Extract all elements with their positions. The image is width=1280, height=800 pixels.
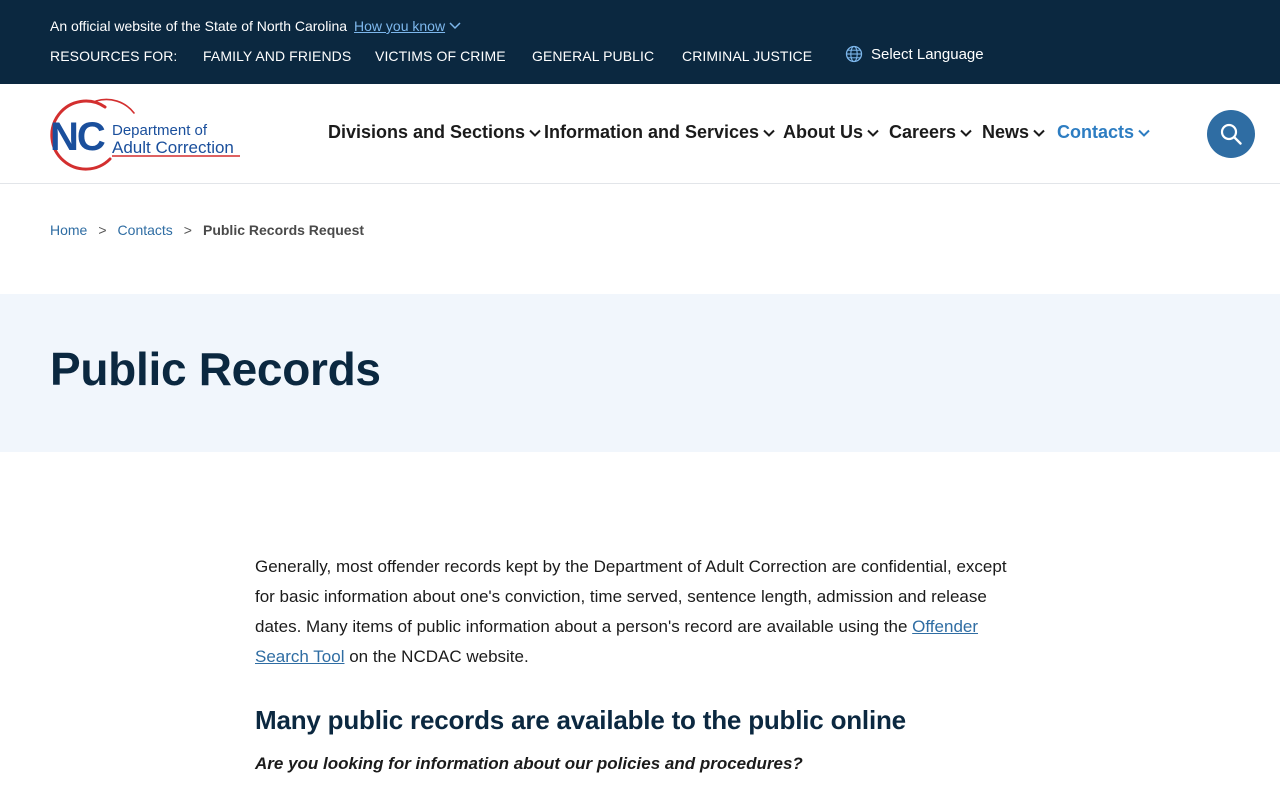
nav-label: News	[982, 122, 1030, 142]
breadcrumb-contacts[interactable]: Contacts	[118, 222, 173, 238]
nav-information-and-services[interactable]: Information and Services	[544, 122, 775, 143]
nav-label: Contacts	[1057, 122, 1135, 142]
nav-label: Information and Services	[544, 122, 760, 142]
chevron-down-icon	[867, 129, 879, 137]
nav-news[interactable]: News	[982, 122, 1045, 143]
nav-about-us[interactable]: About Us	[783, 122, 879, 143]
chevron-down-icon	[960, 129, 972, 137]
breadcrumb-current: Public Records Request	[202, 222, 365, 238]
how-you-know-link[interactable]: How you know	[354, 18, 461, 34]
how-you-know-label: How you know	[354, 18, 446, 34]
breadcrumb: Home > Contacts > Public Records Request	[50, 222, 364, 238]
language-label: Select Language	[871, 45, 984, 63]
resources-label: RESOURCES FOR:	[50, 48, 178, 64]
chevron-down-icon	[449, 22, 461, 30]
breadcrumb-home[interactable]: Home	[50, 222, 87, 238]
official-text: An official website of the State of Nort…	[50, 18, 348, 34]
search-icon	[1220, 123, 1242, 145]
section-heading: Many public records are available to the…	[255, 705, 906, 735]
chevron-down-icon	[1138, 129, 1150, 137]
nav-careers[interactable]: Careers	[889, 122, 972, 143]
page-title: Public Records	[50, 343, 381, 395]
breadcrumb-separator: >	[183, 222, 192, 238]
resource-link-general-public[interactable]: GENERAL PUBLIC	[532, 48, 654, 64]
official-banner: An official website of the State of Nort…	[50, 18, 461, 34]
hero-band: Public Records	[0, 294, 1280, 452]
globe-icon	[845, 45, 863, 63]
main-content: Generally, most offender records kept by…	[255, 552, 1025, 774]
language-selector[interactable]: Select Language	[845, 45, 984, 63]
main-header: NC Department of Adult Correction Divisi…	[0, 84, 1280, 184]
utility-bar: An official website of the State of Nort…	[0, 0, 1280, 84]
policies-question: Are you looking for information about ou…	[255, 754, 803, 773]
breadcrumb-separator: >	[98, 222, 107, 238]
resource-link-criminal-justice[interactable]: CRIMINAL JUSTICE	[682, 48, 812, 64]
nav-label: About Us	[783, 122, 863, 142]
chevron-down-icon	[763, 129, 775, 137]
nav-label: Divisions and Sections	[328, 122, 526, 142]
intro-text-before: Generally, most offender records kept by…	[255, 557, 1007, 636]
nav-divisions-and-sections[interactable]: Divisions and Sections	[328, 122, 541, 143]
chevron-down-icon	[529, 129, 541, 137]
intro-paragraph: Generally, most offender records kept by…	[255, 552, 1025, 672]
main-nav: Divisions and Sections Information and S…	[0, 122, 1280, 146]
chevron-down-icon	[1033, 129, 1045, 137]
resource-link-victims-of-crime[interactable]: VICTIMS OF CRIME	[375, 48, 506, 64]
resource-link-family-and-friends[interactable]: FAMILY AND FRIENDS	[203, 48, 351, 64]
search-button[interactable]	[1207, 110, 1255, 158]
intro-text-after: on the NCDAC website.	[344, 647, 529, 666]
nav-label: Careers	[889, 122, 957, 142]
nav-contacts[interactable]: Contacts	[1057, 122, 1150, 143]
